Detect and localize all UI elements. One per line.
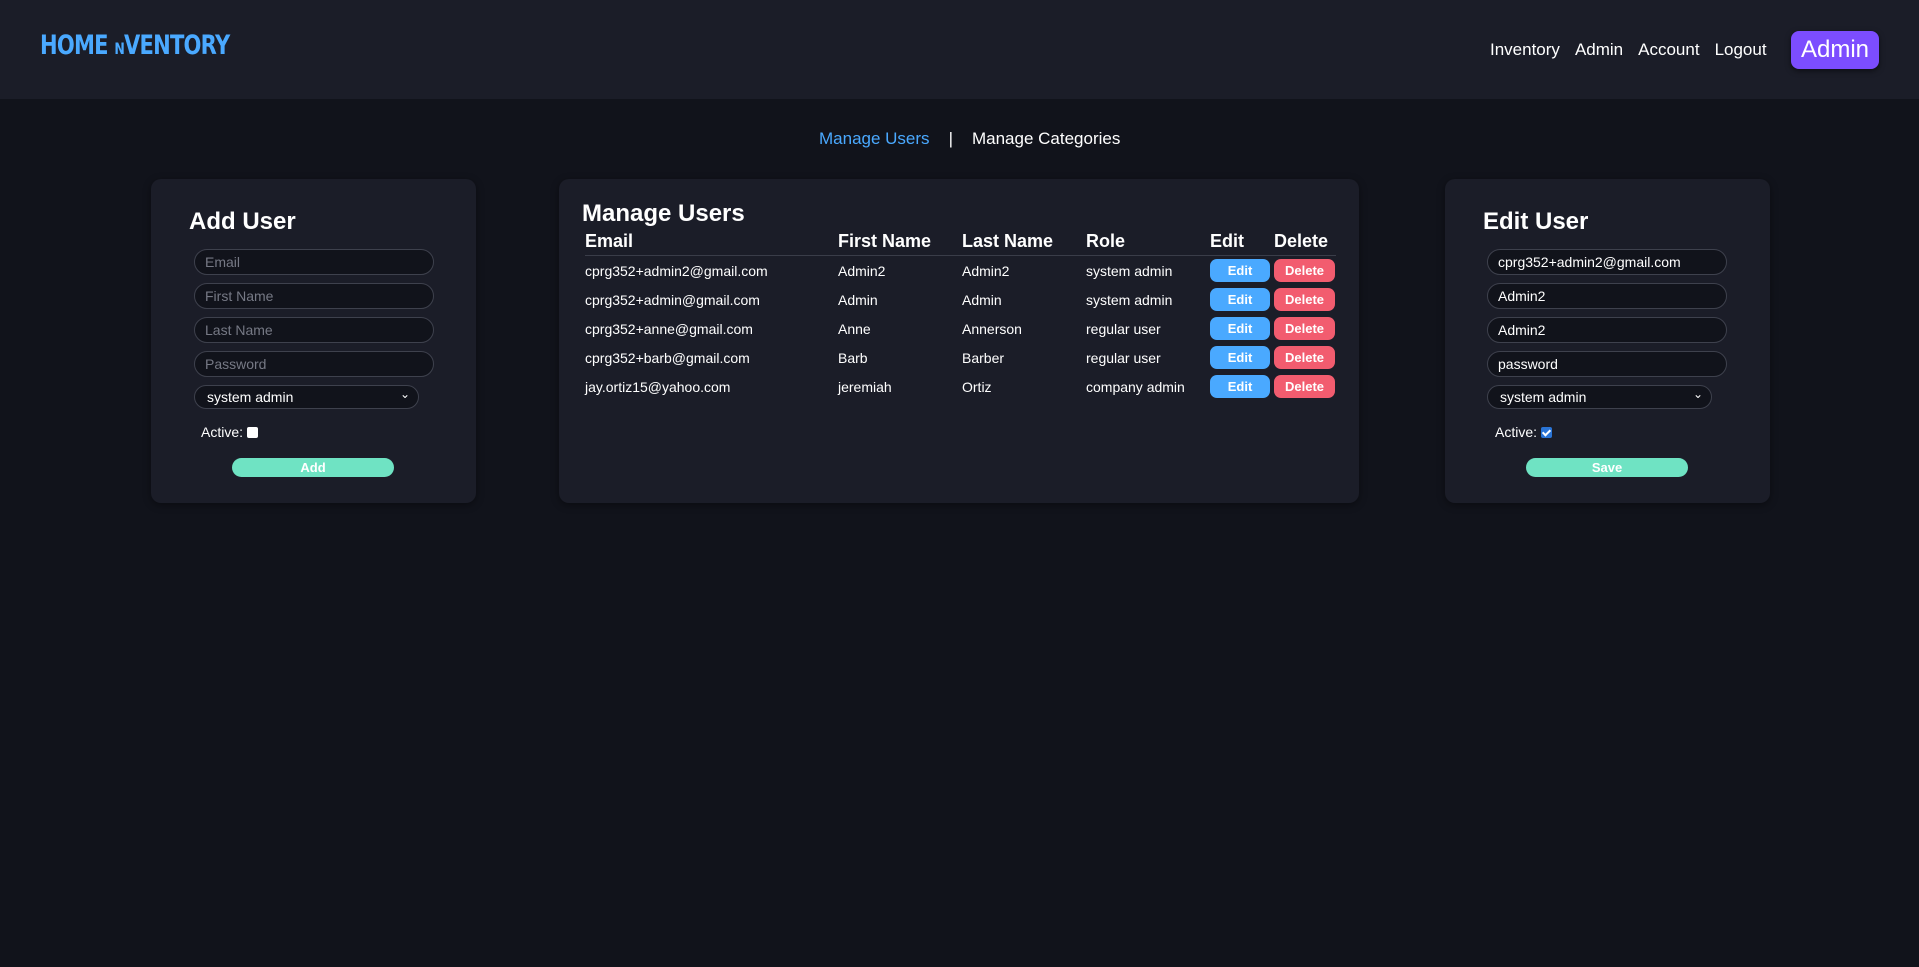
logo-main: HOME: [40, 30, 109, 61]
row-delete-cell: Delete: [1274, 256, 1336, 286]
row-last-name: Barber: [962, 349, 1005, 366]
subnav-separator: |: [948, 129, 953, 148]
delete-button[interactable]: Delete: [1274, 375, 1335, 398]
chevron-down-icon: ⌄: [399, 387, 410, 401]
edit-button[interactable]: Edit: [1210, 259, 1270, 282]
manage-users-panel: Manage Users Email First Name Last Name …: [559, 179, 1359, 503]
row-first-name: Admin2: [838, 262, 886, 279]
add-active-row: Active:: [201, 424, 259, 440]
delete-button[interactable]: Delete: [1274, 346, 1335, 369]
edit-active-checkbox[interactable]: [1541, 426, 1553, 438]
edit-active-label: Active:: [1495, 424, 1538, 440]
delete-button[interactable]: Delete: [1274, 259, 1335, 282]
row-edit-cell: Edit: [1210, 256, 1274, 286]
main-nav: Inventory Admin Account Logout: [1490, 40, 1782, 60]
table-row: cprg352+admin2@gmail.com Admin2 Admin2 s…: [585, 256, 1336, 286]
row-delete-cell: Delete: [1274, 372, 1336, 401]
row-first-name: jeremiah: [838, 378, 892, 395]
table-row: jay.ortiz15@yahoo.com jeremiah Ortiz com…: [585, 372, 1336, 401]
add-role-select[interactable]: system admin ⌄: [194, 385, 419, 409]
add-email-input[interactable]: Email: [194, 249, 434, 275]
tab-manage-users[interactable]: Manage Users: [819, 129, 930, 149]
col-last-name: Last Name: [962, 227, 1086, 256]
row-role: regular user: [1086, 320, 1161, 337]
row-first-name: Anne: [838, 320, 871, 337]
add-active-checkbox[interactable]: [247, 426, 259, 438]
delete-button[interactable]: Delete: [1274, 288, 1335, 311]
add-password-input[interactable]: Password: [194, 351, 434, 377]
table-row: cprg352+anne@gmail.com Anne Annerson reg…: [585, 314, 1336, 343]
col-edit: Edit: [1210, 227, 1274, 256]
edit-user-title: Edit User: [1483, 208, 1589, 235]
row-role: system admin: [1086, 262, 1173, 279]
edit-button[interactable]: Edit: [1210, 375, 1270, 398]
logo[interactable]: HOME NVENTORY: [40, 30, 230, 61]
sub-nav: Manage Users | Manage Categories: [819, 129, 1120, 149]
row-email: jay.ortiz15@yahoo.com: [585, 378, 731, 395]
nav-admin[interactable]: Admin: [1575, 40, 1623, 60]
row-last-name: Annerson: [962, 320, 1022, 337]
edit-button[interactable]: Edit: [1210, 317, 1270, 340]
chevron-down-icon: ⌄: [1692, 387, 1703, 401]
row-edit-cell: Edit: [1210, 372, 1274, 401]
add-button[interactable]: Add: [232, 458, 394, 477]
add-user-panel: Add User Email First Name Last Name Pass…: [151, 179, 476, 503]
row-edit-cell: Edit: [1210, 314, 1274, 343]
row-first-name: Barb: [838, 349, 868, 366]
row-first-name: Admin: [838, 291, 878, 308]
edit-password-input[interactable]: password: [1487, 351, 1727, 377]
edit-last-name-input[interactable]: Admin2: [1487, 317, 1727, 343]
add-role-value: system admin: [207, 389, 294, 405]
edit-button[interactable]: Edit: [1210, 346, 1270, 369]
row-delete-cell: Delete: [1274, 343, 1336, 372]
nav-account[interactable]: Account: [1638, 40, 1699, 60]
row-last-name: Ortiz: [962, 378, 992, 395]
col-email: Email: [585, 227, 838, 256]
add-last-name-input[interactable]: Last Name: [194, 317, 434, 343]
edit-user-panel: Edit User cprg352+admin2@gmail.com Admin…: [1445, 179, 1770, 503]
admin-badge-button[interactable]: Admin: [1791, 31, 1879, 69]
edit-role-select[interactable]: system admin ⌄: [1487, 385, 1712, 409]
edit-button[interactable]: Edit: [1210, 288, 1270, 311]
add-user-title: Add User: [189, 208, 296, 235]
edit-role-value: system admin: [1500, 389, 1587, 405]
row-edit-cell: Edit: [1210, 285, 1274, 314]
col-first-name: First Name: [838, 227, 962, 256]
row-delete-cell: Delete: [1274, 314, 1336, 343]
row-role: company admin: [1086, 378, 1185, 395]
manage-users-title: Manage Users: [582, 200, 745, 227]
row-last-name: Admin: [962, 291, 1002, 308]
col-role: Role: [1086, 227, 1210, 256]
row-role: system admin: [1086, 291, 1173, 308]
table-row: cprg352+admin@gmail.com Admin Admin syst…: [585, 285, 1336, 314]
edit-active-row: Active:: [1495, 424, 1553, 440]
row-role: regular user: [1086, 349, 1161, 366]
delete-button[interactable]: Delete: [1274, 317, 1335, 340]
row-edit-cell: Edit: [1210, 343, 1274, 372]
nav-logout[interactable]: Logout: [1715, 40, 1767, 60]
nav-inventory[interactable]: Inventory: [1490, 40, 1560, 60]
users-table: Email First Name Last Name Role Edit Del…: [585, 227, 1336, 401]
tab-manage-categories[interactable]: Manage Categories: [972, 129, 1120, 149]
table-row: cprg352+barb@gmail.com Barb Barber regul…: [585, 343, 1336, 372]
row-delete-cell: Delete: [1274, 285, 1336, 314]
edit-email-input[interactable]: cprg352+admin2@gmail.com: [1487, 249, 1727, 275]
add-active-label: Active:: [201, 424, 244, 440]
logo-small: N: [114, 39, 124, 58]
row-email: cprg352+barb@gmail.com: [585, 349, 750, 366]
row-email: cprg352+admin@gmail.com: [585, 291, 760, 308]
row-email: cprg352+admin2@gmail.com: [585, 262, 768, 279]
row-email: cprg352+anne@gmail.com: [585, 320, 753, 337]
top-bar: HOME NVENTORY Inventory Admin Account Lo…: [0, 0, 1919, 99]
table-header-row: Email First Name Last Name Role Edit Del…: [585, 227, 1336, 256]
logo-tail: VENTORY: [123, 30, 230, 61]
col-delete: Delete: [1274, 227, 1336, 256]
save-button[interactable]: Save: [1526, 458, 1688, 477]
row-last-name: Admin2: [962, 262, 1010, 279]
add-first-name-input[interactable]: First Name: [194, 283, 434, 309]
edit-first-name-input[interactable]: Admin2: [1487, 283, 1727, 309]
